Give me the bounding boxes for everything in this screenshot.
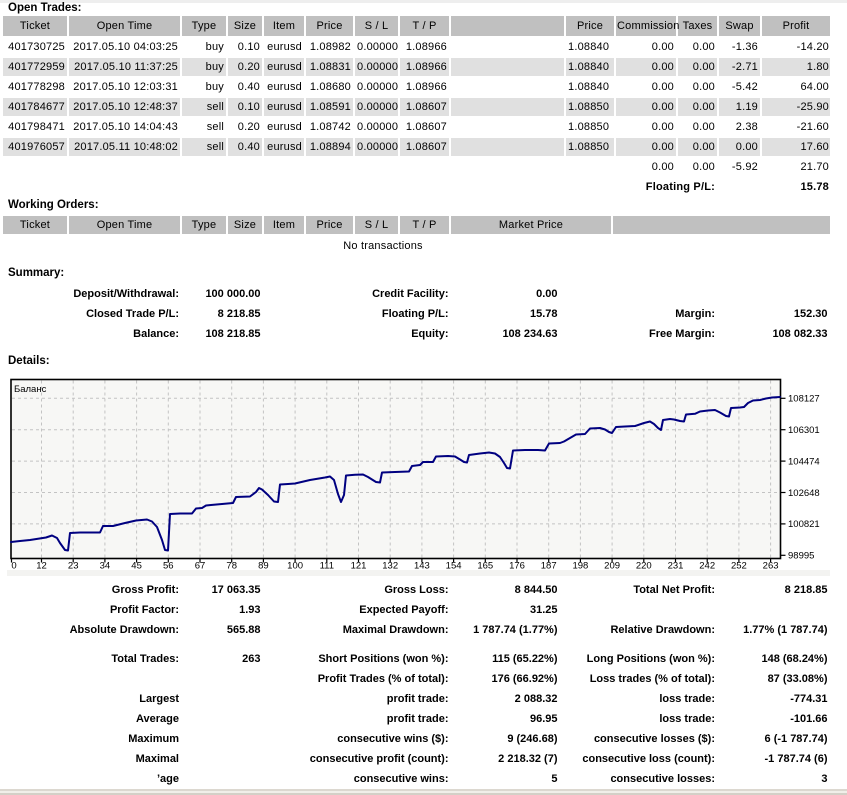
svg-text:106301: 106301 <box>788 425 820 436</box>
svg-text:104474: 104474 <box>788 456 820 467</box>
svg-text:Баланс: Баланс <box>14 384 47 395</box>
svg-text:108127: 108127 <box>788 394 820 405</box>
svg-text:102648: 102648 <box>788 488 820 499</box>
svg-text:100821: 100821 <box>788 519 820 530</box>
svg-text:98995: 98995 <box>788 551 814 562</box>
